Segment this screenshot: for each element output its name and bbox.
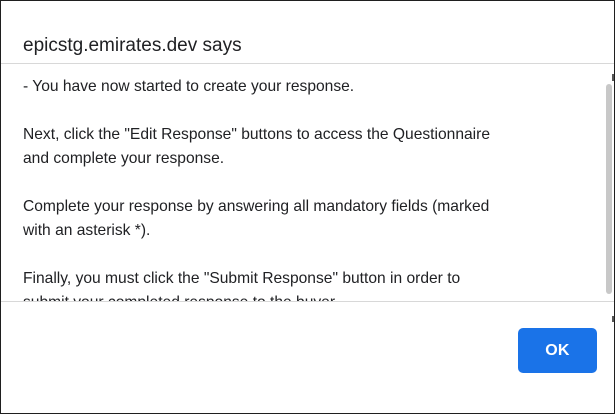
- vertical-scrollbar[interactable]: [604, 64, 614, 322]
- dialog-title: epicstg.emirates.dev says: [23, 35, 242, 56]
- message-line: submit your completed response to the bu…: [23, 291, 591, 301]
- message-line: and complete your response.: [23, 150, 225, 167]
- message-scroll-area[interactable]: - You have now started to create your re…: [1, 64, 614, 301]
- alert-dialog: epicstg.emirates.dev says - You have now…: [0, 0, 615, 414]
- ok-button[interactable]: OK: [518, 328, 597, 373]
- message-line: - You have now started to create your re…: [23, 78, 355, 95]
- scroll-down-arrow-icon[interactable]: [612, 316, 614, 322]
- dialog-message: - You have now started to create your re…: [23, 75, 591, 301]
- message-line: Complete your response by answering all …: [23, 198, 490, 215]
- message-line: Next, click the "Edit Response" buttons …: [23, 126, 490, 143]
- message-line: with an asterisk *).: [23, 222, 151, 239]
- divider: [1, 301, 614, 302]
- scroll-thumb[interactable]: [606, 84, 612, 294]
- scroll-up-arrow-icon[interactable]: [612, 74, 614, 81]
- message-line: Finally, you must click the "Submit Resp…: [23, 270, 461, 287]
